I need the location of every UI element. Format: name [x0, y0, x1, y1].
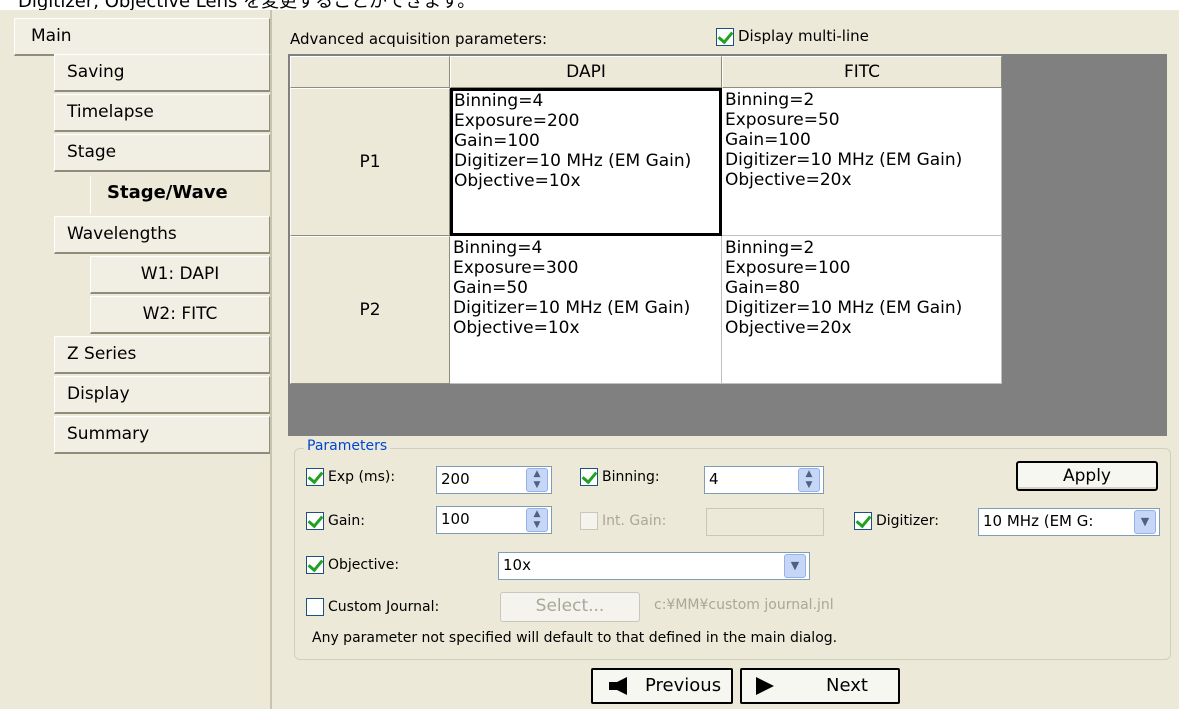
- previous-label: Previous: [645, 675, 722, 696]
- sidebar-item-stage[interactable]: Stage: [54, 134, 270, 172]
- cell-line: Exposure=50: [725, 110, 840, 130]
- exp-spinner-icon[interactable]: ▲ ▼: [526, 468, 548, 492]
- select-journal-button[interactable]: Select...: [500, 592, 640, 622]
- grid-cell-p1-dapi[interactable]: Binning=4 Exposure=200 Gain=100 Digitize…: [450, 88, 722, 236]
- int-gain-checkbox[interactable]: Int. Gain:: [580, 512, 666, 530]
- column-header-dapi[interactable]: DAPI: [450, 56, 722, 88]
- sidebar-item-display[interactable]: Display: [54, 376, 270, 414]
- cell-line: Gain=100: [454, 131, 540, 151]
- arrow-left-icon: [609, 677, 627, 695]
- gain-checkbox[interactable]: Gain:: [306, 512, 365, 530]
- sidebar-item-w2-fitc[interactable]: W2: FITC: [90, 296, 270, 334]
- column-header-fitc[interactable]: FITC: [722, 56, 1002, 88]
- advanced-parameters-label: Advanced acquisition parameters:: [290, 30, 548, 48]
- journal-path: c:¥MM¥custom journal.jnl: [654, 597, 834, 613]
- objective-checkbox[interactable]: Objective:: [306, 556, 399, 574]
- custom-journal-label: Custom Journal:: [328, 599, 440, 615]
- cell-line: Binning=2: [725, 90, 815, 110]
- int-gain-label: Int. Gain:: [602, 513, 667, 529]
- sidebar-item-saving[interactable]: Saving: [54, 54, 270, 92]
- cell-line: Exposure=100: [725, 258, 851, 278]
- previous-button[interactable]: Previous: [591, 668, 733, 704]
- cell-line: Digitizer=10 MHz (EM Gain): [725, 298, 963, 318]
- grid-corner-header: [290, 56, 450, 88]
- sidebar-item-timelapse[interactable]: Timelapse: [54, 94, 270, 132]
- exp-checkbox[interactable]: Exp (ms):: [306, 468, 395, 486]
- binning-spinner-icon[interactable]: ▲ ▼: [798, 468, 820, 492]
- sidebar-item-w1-dapi[interactable]: W1: DAPI: [90, 256, 270, 294]
- parameters-legend: Parameters: [304, 438, 391, 454]
- binning-checkbox[interactable]: Binning:: [580, 468, 660, 486]
- row-header-p1[interactable]: P1: [290, 88, 450, 236]
- digitizer-label: Digitizer:: [876, 513, 940, 529]
- grid-cell-p2-dapi[interactable]: Binning=4 Exposure=300 Gain=50 Digitizer…: [450, 236, 722, 384]
- top-caption-strip: Digitizer, Objective Lens を変更することができます。: [0, 0, 1179, 10]
- display-multiline-check-icon[interactable]: [716, 27, 734, 46]
- cell-line: Digitizer=10 MHz (EM Gain): [453, 298, 691, 318]
- custom-journal-checkbox[interactable]: Custom Journal:: [306, 598, 439, 616]
- grid-cell-p1-fitc[interactable]: Binning=2 Exposure=50 Gain=100 Digitizer…: [722, 88, 1002, 236]
- arrow-right-icon: [756, 677, 774, 695]
- int-gain-input[interactable]: [706, 508, 824, 536]
- cell-line: Objective=20x: [725, 318, 852, 338]
- gain-check-icon[interactable]: [306, 512, 324, 530]
- cell-line: Binning=2: [725, 238, 815, 258]
- parameter-grid[interactable]: DAPI FITC P1 P2 Binning=4 Exposure=200 G…: [288, 54, 1167, 436]
- sidebar-item-stage-wave[interactable]: Stage/Wave: [90, 176, 270, 214]
- cell-line: Objective=10x: [453, 318, 580, 338]
- binning-check-icon[interactable]: [580, 468, 598, 486]
- digitizer-select[interactable]: 10 MHz (EM G:: [978, 508, 1160, 536]
- cell-line: Gain=50: [453, 278, 528, 298]
- sidebar-item-z-series[interactable]: Z Series: [54, 336, 270, 374]
- objective-select[interactable]: 10x: [498, 552, 810, 580]
- binning-label: Binning:: [602, 469, 660, 485]
- next-label: Next: [826, 675, 868, 696]
- top-caption: Digitizer, Objective Lens を変更することができます。: [18, 0, 475, 10]
- objective-dropdown-icon[interactable]: ▼: [784, 554, 806, 578]
- cell-line: Binning=4: [454, 91, 544, 111]
- grid-cell-p2-fitc[interactable]: Binning=2 Exposure=100 Gain=80 Digitizer…: [722, 236, 1002, 384]
- custom-journal-check-icon[interactable]: [306, 598, 324, 616]
- cell-line: Digitizer=10 MHz (EM Gain): [725, 150, 963, 170]
- cell-line: Objective=10x: [454, 171, 581, 191]
- cell-line: Gain=100: [725, 130, 811, 150]
- sidebar-item-wavelengths[interactable]: Wavelengths: [54, 216, 270, 254]
- gain-spinner-icon[interactable]: ▲ ▼: [526, 508, 548, 532]
- int-gain-check-icon[interactable]: [580, 512, 598, 530]
- cell-line: Objective=20x: [725, 170, 852, 190]
- display-multiline-checkbox[interactable]: Display multi-line: [716, 27, 869, 46]
- cell-line: Gain=80: [725, 278, 800, 298]
- exp-label: Exp (ms):: [328, 469, 396, 485]
- cell-line: Exposure=300: [453, 258, 579, 278]
- cell-line: Binning=4: [453, 238, 543, 258]
- row-header-p2[interactable]: P2: [290, 236, 450, 384]
- sidebar-item-summary[interactable]: Summary: [54, 416, 270, 454]
- next-button[interactable]: Next: [740, 668, 900, 704]
- default-hint: Any parameter not specified will default…: [312, 630, 838, 646]
- exp-check-icon[interactable]: [306, 468, 324, 486]
- apply-button[interactable]: Apply: [1016, 461, 1158, 491]
- display-multiline-label: Display multi-line: [738, 27, 869, 45]
- cell-line: Digitizer=10 MHz (EM Gain): [454, 151, 692, 171]
- objective-check-icon[interactable]: [306, 556, 324, 574]
- sidebar-item-main[interactable]: Main: [14, 18, 270, 56]
- cell-line: Exposure=200: [454, 111, 580, 131]
- digitizer-check-icon[interactable]: [854, 512, 872, 530]
- digitizer-checkbox[interactable]: Digitizer:: [854, 512, 939, 530]
- digitizer-dropdown-icon[interactable]: ▼: [1134, 510, 1156, 534]
- gain-label: Gain:: [328, 513, 365, 529]
- objective-label: Objective:: [328, 557, 400, 573]
